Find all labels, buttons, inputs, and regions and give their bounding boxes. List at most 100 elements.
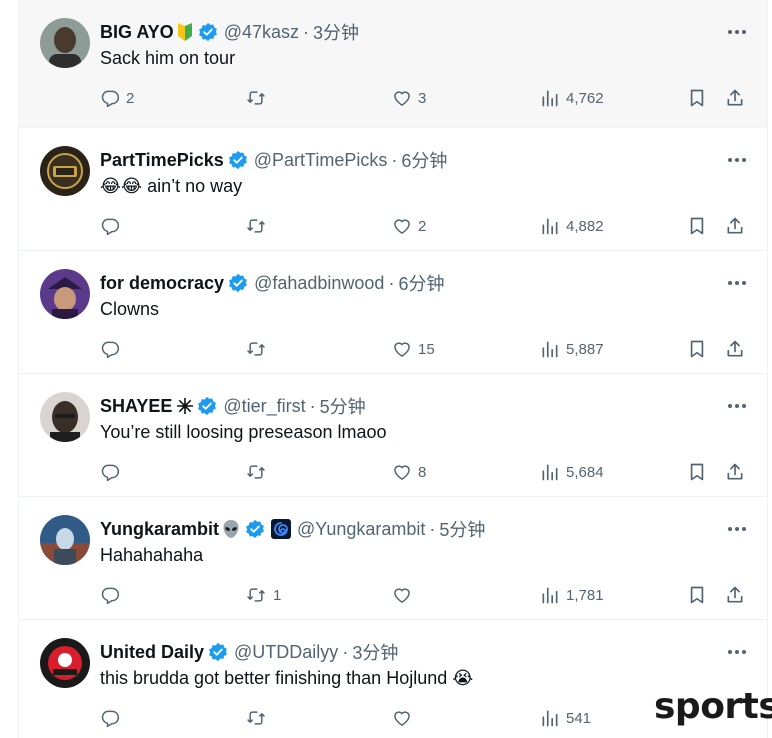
bookmark-button[interactable] bbox=[687, 213, 707, 239]
author-name[interactable]: SHAYEE bbox=[100, 396, 172, 417]
reply-icon bbox=[101, 341, 120, 359]
more-options-icon[interactable] bbox=[725, 396, 749, 416]
share-button[interactable] bbox=[725, 459, 745, 485]
tweet[interactable]: PartTimePicks @PartTimePicks · 6分钟 😂😂 ai… bbox=[19, 128, 767, 251]
like-button[interactable]: 8 bbox=[392, 459, 426, 485]
reply-button[interactable]: 2 bbox=[100, 85, 134, 111]
author-name[interactable]: Yungkarambit bbox=[100, 519, 219, 540]
like-button[interactable]: 2 bbox=[392, 213, 426, 239]
bookmark-icon bbox=[690, 586, 704, 604]
views-chart-icon bbox=[542, 587, 558, 604]
share-button[interactable] bbox=[725, 85, 745, 111]
tweet-actions: 8 5,684 bbox=[100, 459, 750, 485]
timestamp[interactable]: 6分钟 bbox=[398, 270, 444, 296]
retweet-icon bbox=[247, 342, 265, 356]
reply-button[interactable] bbox=[100, 705, 126, 731]
views-button[interactable]: 5,887 bbox=[540, 336, 604, 362]
views-button[interactable]: 4,762 bbox=[540, 85, 604, 111]
avatar[interactable] bbox=[40, 18, 90, 68]
author-handle[interactable]: @fahadbinwood bbox=[254, 273, 384, 294]
retweet-button[interactable] bbox=[245, 85, 273, 111]
tweet-text: Hahahahaha bbox=[100, 545, 204, 565]
timestamp[interactable]: 3分钟 bbox=[313, 19, 359, 45]
share-button[interactable] bbox=[725, 213, 745, 239]
timestamp[interactable]: 6分钟 bbox=[401, 147, 447, 173]
retweet-button[interactable] bbox=[245, 459, 273, 485]
share-button[interactable] bbox=[725, 336, 745, 362]
tweet[interactable]: BIG AYO @47kasz · 3分钟 Sack him on tour 2 bbox=[19, 0, 767, 128]
author-handle[interactable]: @47kasz bbox=[224, 22, 299, 43]
beginner-badge-emoji bbox=[176, 22, 194, 42]
reply-button[interactable] bbox=[100, 582, 126, 608]
share-button[interactable] bbox=[725, 582, 745, 608]
views-count: 4,882 bbox=[566, 217, 604, 235]
avatar[interactable] bbox=[40, 515, 90, 565]
retweet-button[interactable] bbox=[245, 705, 273, 731]
author-name[interactable]: PartTimePicks bbox=[100, 150, 224, 171]
retweet-button[interactable] bbox=[245, 336, 273, 362]
reply-button[interactable] bbox=[100, 213, 126, 239]
tweet-text-body: this brudda got better finishing than Ho… bbox=[100, 668, 448, 688]
avatar[interactable] bbox=[40, 269, 90, 319]
views-chart-icon bbox=[542, 218, 558, 235]
author-handle[interactable]: @PartTimePicks bbox=[254, 150, 388, 171]
timestamp[interactable]: 5分钟 bbox=[320, 393, 366, 419]
reply-count: 2 bbox=[126, 89, 135, 107]
crying-emoji: 😭 bbox=[452, 668, 474, 688]
more-options-icon[interactable] bbox=[725, 642, 749, 662]
bookmark-icon bbox=[690, 217, 704, 235]
more-options-icon[interactable] bbox=[725, 150, 749, 170]
reply-button[interactable] bbox=[100, 336, 126, 362]
bookmark-button[interactable] bbox=[687, 582, 707, 608]
spark-emoji bbox=[177, 398, 194, 414]
tweet[interactable]: for democracy @fahadbinwood · 6分钟 Clowns bbox=[19, 251, 767, 374]
tweet-text: Clowns bbox=[100, 299, 160, 319]
heart-icon bbox=[394, 342, 410, 357]
bookmark-icon bbox=[690, 340, 704, 358]
bookmark-button[interactable] bbox=[687, 336, 707, 362]
bookmark-icon bbox=[690, 89, 704, 107]
author-name[interactable]: for democracy bbox=[100, 273, 224, 294]
reply-button[interactable] bbox=[100, 459, 126, 485]
avatar[interactable] bbox=[40, 638, 90, 688]
author-handle[interactable]: @UTDDailyy bbox=[234, 642, 338, 663]
share-icon bbox=[727, 89, 743, 106]
like-button[interactable] bbox=[392, 582, 418, 608]
timestamp[interactable]: 5分钟 bbox=[439, 516, 485, 542]
more-options-icon[interactable] bbox=[725, 22, 749, 42]
retweet-icon bbox=[247, 465, 265, 479]
author-name[interactable]: BIG AYO bbox=[100, 22, 174, 43]
like-button[interactable] bbox=[392, 705, 418, 731]
tweet[interactable]: Yungkarambit @Yungkarambit · 5分钟 Hahahah… bbox=[19, 497, 767, 620]
retweet-icon bbox=[247, 91, 265, 105]
bookmark-button[interactable] bbox=[687, 459, 707, 485]
views-button[interactable]: 5,684 bbox=[540, 459, 604, 485]
views-chart-icon bbox=[542, 90, 558, 107]
verified-icon bbox=[198, 22, 218, 42]
views-button[interactable]: 4,882 bbox=[540, 213, 604, 239]
timestamp[interactable]: 3分钟 bbox=[352, 639, 398, 665]
verified-icon bbox=[245, 519, 265, 539]
retweet-button[interactable]: 1 bbox=[245, 582, 281, 608]
author-name[interactable]: United Daily bbox=[100, 642, 204, 663]
like-button[interactable]: 15 bbox=[392, 336, 435, 362]
tweet-text: this brudda got better finishing than Ho… bbox=[100, 668, 473, 689]
retweet-button[interactable] bbox=[245, 213, 273, 239]
swirl-badge-icon[interactable] bbox=[271, 519, 292, 539]
like-button[interactable]: 3 bbox=[392, 85, 426, 111]
views-button[interactable]: 1,781 bbox=[540, 582, 604, 608]
views-button[interactable]: 541 bbox=[540, 705, 591, 731]
retweet-icon bbox=[247, 588, 265, 602]
author-handle[interactable]: @tier_first bbox=[223, 396, 305, 417]
reply-icon bbox=[101, 587, 120, 605]
tweet[interactable]: SHAYEE @tier_first · 5分钟 You’re still lo… bbox=[19, 374, 767, 497]
more-options-icon[interactable] bbox=[725, 519, 749, 539]
laughing-emoji: 😂😂 bbox=[100, 176, 143, 196]
author-handle[interactable]: @Yungkarambit bbox=[297, 519, 425, 540]
more-options-icon[interactable] bbox=[725, 273, 749, 293]
avatar[interactable] bbox=[40, 146, 90, 196]
avatar[interactable] bbox=[40, 392, 90, 442]
share-icon bbox=[727, 340, 743, 357]
reply-icon bbox=[101, 218, 120, 236]
bookmark-button[interactable] bbox=[687, 85, 707, 111]
